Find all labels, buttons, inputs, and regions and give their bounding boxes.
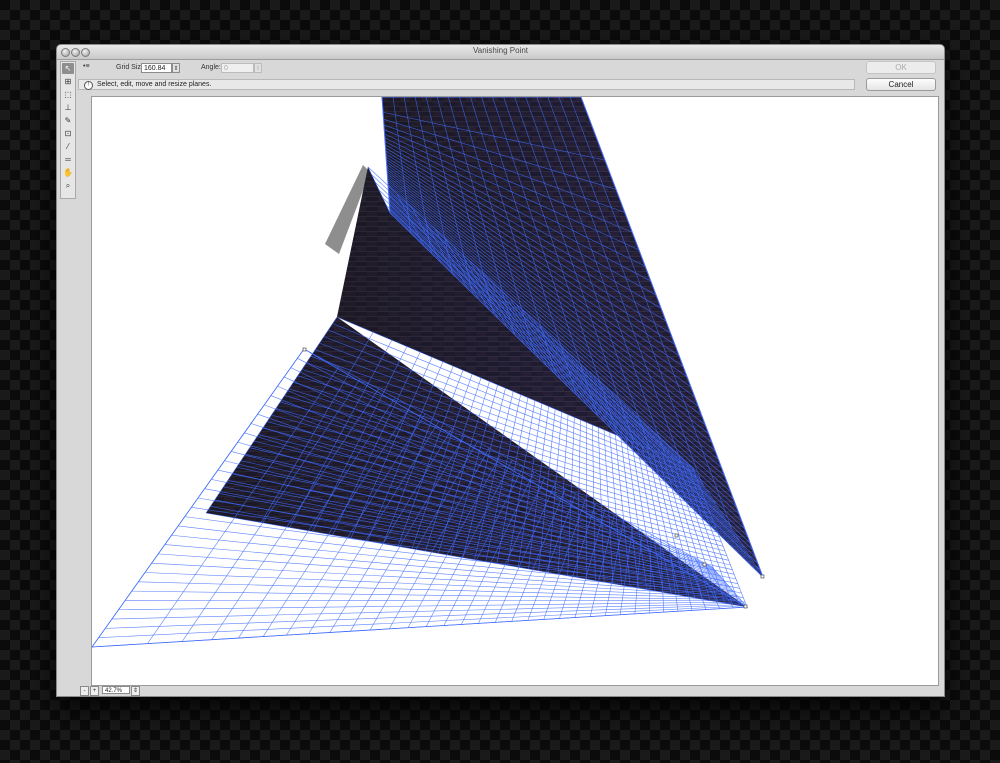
grid-size-stepper[interactable]: ⇕ — [172, 63, 180, 73]
transform-tool[interactable]: ⊡ — [62, 128, 74, 139]
info-icon: ! — [84, 81, 93, 90]
zoom-level-field[interactable]: 42.7% — [102, 686, 130, 694]
zoom-stepper[interactable]: ⇕ — [131, 686, 140, 696]
status-text: Select, edit, move and resize planes. — [97, 81, 212, 88]
toolbox: ↖ ⊞ ⬚ ⊥ ✎ ⊡ ⁄ ═ ✋ ⌕ — [60, 61, 76, 199]
angle-input[interactable]: 0 — [221, 63, 254, 73]
angle-stepper[interactable]: ⇕ — [254, 63, 262, 73]
marquee-tool[interactable]: ⬚ — [62, 89, 74, 100]
create-plane-tool[interactable]: ⊞ — [62, 76, 74, 87]
cancel-button[interactable]: Cancel — [866, 78, 936, 91]
edit-plane-tool[interactable]: ↖ — [62, 63, 74, 74]
hand-tool[interactable]: ✋ — [62, 167, 74, 178]
options-menu-icon[interactable]: •≡ — [83, 63, 90, 70]
title-bar: Vanishing Point — [57, 45, 944, 60]
options-bar: •≡ Grid Size: 160.84 ⇕ Angle: 0 ⇕ — [78, 60, 843, 78]
ok-button[interactable]: OK — [866, 61, 936, 74]
preview-canvas[interactable] — [91, 96, 939, 686]
grid-size-input[interactable]: 160.84 — [141, 63, 172, 73]
stamp-tool[interactable]: ⊥ — [62, 102, 74, 113]
perspective-planes[interactable] — [92, 97, 938, 685]
window-title: Vanishing Point — [473, 46, 528, 55]
eyedropper-tool[interactable]: ⁄ — [62, 141, 74, 152]
measure-tool[interactable]: ═ — [62, 154, 74, 165]
zoom-out-button[interactable]: - — [80, 686, 89, 696]
vanishing-point-dialog: Vanishing Point ↖ ⊞ ⬚ ⊥ ✎ ⊡ ⁄ ═ ✋ ⌕ •≡ Grid Size:… — [56, 44, 945, 697]
zoom-controls: - + 42.7% ⇕ — [78, 686, 209, 696]
angle-label: Angle: — [201, 64, 221, 71]
zoom-in-button[interactable]: + — [90, 686, 99, 696]
status-bar: ! Select, edit, move and resize planes. — [78, 79, 855, 90]
brush-tool[interactable]: ✎ — [62, 115, 74, 126]
zoom-tool[interactable]: ⌕ — [62, 180, 74, 191]
